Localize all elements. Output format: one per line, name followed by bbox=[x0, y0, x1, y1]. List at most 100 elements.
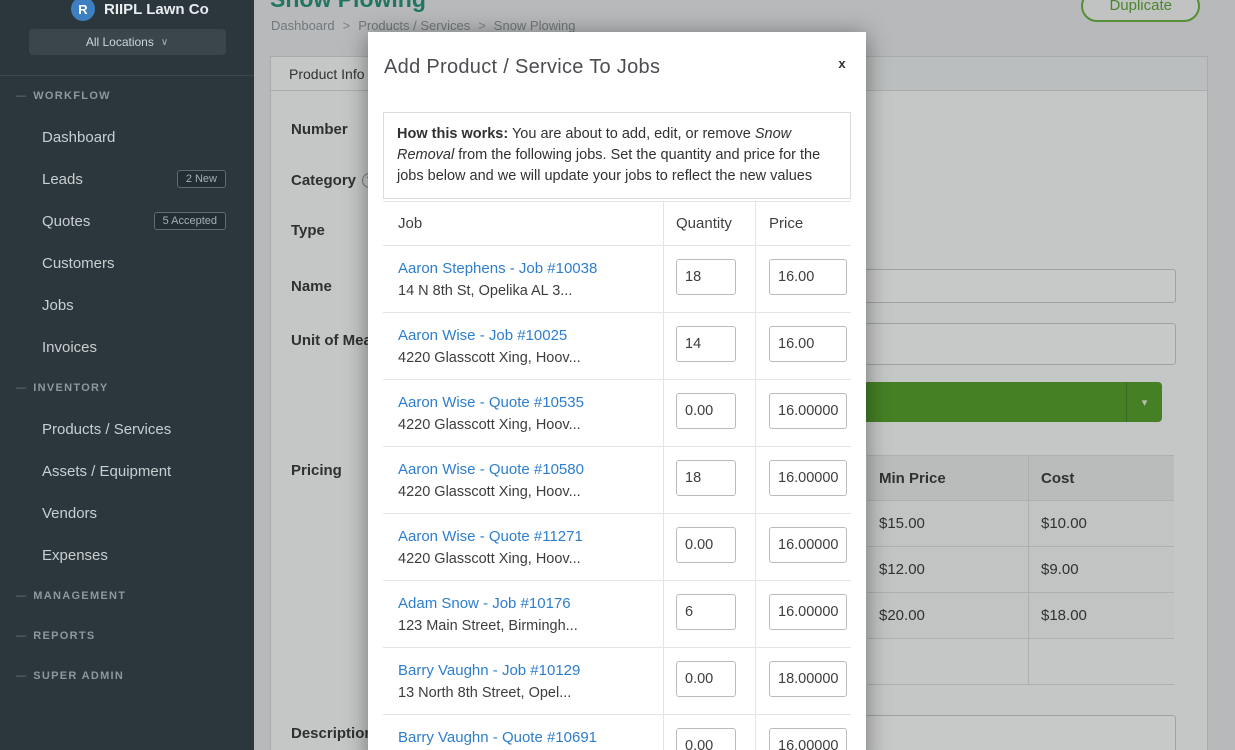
quantity-cell bbox=[663, 581, 755, 647]
quantity-input[interactable] bbox=[676, 326, 736, 362]
chevron-down-icon: ∨ bbox=[161, 37, 168, 48]
price-cell bbox=[755, 715, 851, 750]
quantity-cell bbox=[663, 514, 755, 580]
nav-section-inventory[interactable]: –– INVENTORY bbox=[0, 368, 254, 408]
nav-section-label: REPORTS bbox=[33, 630, 95, 642]
job-cell: Aaron Wise - Quote #11271 4220 Glasscott… bbox=[383, 514, 663, 580]
quantity-cell bbox=[663, 447, 755, 513]
app-logo[interactable]: R RIIPL Lawn Co bbox=[0, 0, 254, 26]
job-link[interactable]: Barry Vaughn - Quote #10691 bbox=[398, 729, 653, 746]
sidebar-item-customers[interactable]: Customers bbox=[0, 242, 254, 284]
nav-item-label: Leads bbox=[42, 171, 83, 188]
price-column-header: Price bbox=[755, 202, 851, 245]
job-link[interactable]: Aaron Stephens - Job #10038 bbox=[398, 260, 653, 277]
nav-item-label: Products / Services bbox=[42, 421, 171, 438]
price-input[interactable] bbox=[769, 460, 847, 496]
sidebar-item-jobs[interactable]: Jobs bbox=[0, 284, 254, 326]
modal-title: Add Product / Service To Jobs bbox=[384, 52, 850, 82]
job-cell: Aaron Stephens - Job #10038 14 N 8th St,… bbox=[383, 246, 663, 312]
job-link[interactable]: Adam Snow - Job #10176 bbox=[398, 595, 653, 612]
price-input[interactable] bbox=[769, 393, 847, 429]
job-cell: Aaron Wise - Job #10025 4220 Glasscott X… bbox=[383, 313, 663, 379]
price-cell bbox=[755, 581, 851, 647]
how-it-works-text1: You are about to add, edit, or remove bbox=[508, 126, 755, 142]
job-address: 13 North 8th Street, Opel... bbox=[398, 685, 653, 701]
job-address: 4220 Glasscott Xing, Hoov... bbox=[398, 484, 653, 500]
sidebar-item-invoices[interactable]: Invoices bbox=[0, 326, 254, 368]
job-address: 4220 Glasscott Xing, Hoov... bbox=[398, 350, 653, 366]
location-selector-label: All Locations bbox=[86, 35, 154, 49]
nav-item-label: Customers bbox=[42, 255, 115, 272]
price-input[interactable] bbox=[769, 527, 847, 563]
how-it-works-bold: How this works: bbox=[397, 126, 508, 142]
quantity-input[interactable] bbox=[676, 393, 736, 429]
nav-section-label: MANAGEMENT bbox=[33, 590, 126, 602]
price-input[interactable] bbox=[769, 326, 847, 362]
job-link[interactable]: Aaron Wise - Quote #10535 bbox=[398, 394, 653, 411]
price-input[interactable] bbox=[769, 661, 847, 697]
job-link[interactable]: Barry Vaughn - Job #10129 bbox=[398, 662, 653, 679]
how-it-works-text2: from the following jobs. Set the quantit… bbox=[397, 147, 820, 184]
quantity-cell bbox=[663, 246, 755, 312]
nav-item-label: Jobs bbox=[42, 297, 74, 314]
company-name: RIIPL Lawn Co bbox=[104, 1, 209, 18]
job-cell: Adam Snow - Job #10176 123 Main Street, … bbox=[383, 581, 663, 647]
job-link[interactable]: Aaron Wise - Quote #10580 bbox=[398, 461, 653, 478]
nav-item-label: Expenses bbox=[42, 547, 108, 564]
how-it-works-note: How this works: You are about to add, ed… bbox=[383, 112, 851, 199]
location-selector[interactable]: All Locations ∨ bbox=[29, 29, 226, 55]
nav-section-management[interactable]: –– MANAGEMENT bbox=[0, 576, 254, 616]
job-row: Aaron Wise - Quote #10580 4220 Glasscott… bbox=[383, 447, 851, 514]
job-link[interactable]: Aaron Wise - Quote #11271 bbox=[398, 528, 653, 545]
nav-section-label: INVENTORY bbox=[33, 382, 108, 394]
close-icon[interactable]: x bbox=[834, 56, 850, 71]
sidebar-item-leads[interactable]: Leads 2 New bbox=[0, 158, 254, 200]
section-dash-icon: –– bbox=[16, 382, 24, 394]
job-cell: Aaron Wise - Quote #10535 4220 Glasscott… bbox=[383, 380, 663, 446]
quantity-input[interactable] bbox=[676, 728, 736, 750]
price-cell bbox=[755, 380, 851, 446]
price-input[interactable] bbox=[769, 728, 847, 750]
sidebar-item-dashboard[interactable]: Dashboard bbox=[0, 116, 254, 158]
sidebar-item-products-services[interactable]: Products / Services bbox=[0, 408, 254, 450]
nav-section-reports[interactable]: –– REPORTS bbox=[0, 616, 254, 656]
price-cell bbox=[755, 246, 851, 312]
quantity-input[interactable] bbox=[676, 460, 736, 496]
quantity-cell bbox=[663, 313, 755, 379]
section-dash-icon: –– bbox=[16, 670, 24, 682]
price-cell bbox=[755, 313, 851, 379]
quantity-input[interactable] bbox=[676, 527, 736, 563]
job-link[interactable]: Aaron Wise - Job #10025 bbox=[398, 327, 653, 344]
price-cell bbox=[755, 514, 851, 580]
sidebar-item-quotes[interactable]: Quotes 5 Accepted bbox=[0, 200, 254, 242]
job-row: Aaron Wise - Quote #10535 4220 Glasscott… bbox=[383, 380, 851, 447]
nav-item-label: Dashboard bbox=[42, 129, 115, 146]
nav-section-workflow[interactable]: –– WORKFLOW bbox=[0, 76, 254, 116]
sidebar-item-expenses[interactable]: Expenses bbox=[0, 534, 254, 576]
job-row: Barry Vaughn - Job #10129 13 North 8th S… bbox=[383, 648, 851, 715]
job-row: Aaron Wise - Quote #11271 4220 Glasscott… bbox=[383, 514, 851, 581]
add-product-service-modal: Add Product / Service To Jobs x How this… bbox=[368, 32, 866, 750]
job-address: 14 N 8th St, Opelika AL 3... bbox=[398, 283, 653, 299]
nav-item-label: Assets / Equipment bbox=[42, 463, 171, 480]
leads-badge: 2 New bbox=[177, 170, 226, 188]
quantity-input[interactable] bbox=[676, 594, 736, 630]
job-cell: Barry Vaughn - Job #10129 13 North 8th S… bbox=[383, 648, 663, 714]
sidebar-item-vendors[interactable]: Vendors bbox=[0, 492, 254, 534]
quantity-input[interactable] bbox=[676, 259, 736, 295]
price-input[interactable] bbox=[769, 594, 847, 630]
quantity-input[interactable] bbox=[676, 661, 736, 697]
nav-item-label: Quotes bbox=[42, 213, 90, 230]
job-row: Adam Snow - Job #10176 123 Main Street, … bbox=[383, 581, 851, 648]
sidebar-item-assets-equipment[interactable]: Assets / Equipment bbox=[0, 450, 254, 492]
quantity-cell bbox=[663, 380, 755, 446]
quotes-badge: 5 Accepted bbox=[154, 212, 226, 230]
price-cell bbox=[755, 648, 851, 714]
section-dash-icon: –– bbox=[16, 630, 24, 642]
job-cell: Barry Vaughn - Quote #10691 13 North 8th… bbox=[383, 715, 663, 750]
price-input[interactable] bbox=[769, 259, 847, 295]
nav-section-label: SUPER ADMIN bbox=[33, 670, 124, 682]
logo-icon: R bbox=[71, 0, 95, 21]
job-address: 123 Main Street, Birmingh... bbox=[398, 618, 653, 634]
nav-section-super-admin[interactable]: –– SUPER ADMIN bbox=[0, 656, 254, 696]
